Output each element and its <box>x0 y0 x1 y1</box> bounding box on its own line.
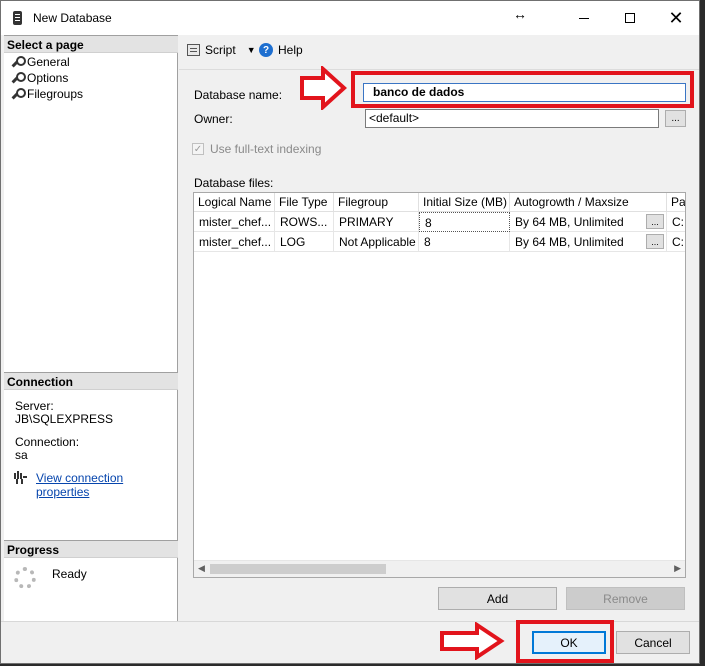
database-icon <box>13 11 22 25</box>
script-label: Script <box>205 43 236 57</box>
page-item-options[interactable]: Options <box>11 71 68 85</box>
connection-header: Connection <box>4 372 178 390</box>
table-cell[interactable]: By 64 MB, Unlimited ... <box>510 212 667 232</box>
owner-browse-button[interactable]: ... <box>665 110 686 127</box>
new-database-dialog: New Database ↔ ✕ Select a page General O… <box>0 0 700 664</box>
ok-button[interactable]: OK <box>532 631 606 654</box>
connection-label: Connection: <box>15 435 80 449</box>
table-cell[interactable]: mister_chef... <box>194 232 275 252</box>
owner-input[interactable]: <default> <box>365 109 659 128</box>
scroll-left-icon[interactable]: ◀ <box>198 563 205 574</box>
table-cell[interactable]: LOG <box>275 232 334 252</box>
close-icon: ✕ <box>668 7 684 28</box>
maximize-icon <box>625 13 635 23</box>
wrench-icon <box>11 55 26 68</box>
database-name-label: Database name: <box>194 88 283 102</box>
wrench-icon <box>11 71 26 84</box>
connection-value: sa <box>15 448 28 462</box>
table-cell[interactable]: 8 <box>419 232 510 252</box>
server-value: JB\SQLEXPRESS <box>15 412 114 426</box>
page-item-label: Options <box>27 71 69 85</box>
close-button[interactable]: ✕ <box>653 1 699 35</box>
page-item-general[interactable]: General <box>11 55 70 69</box>
autogrowth-value: By 64 MB, Unlimited <box>515 215 624 229</box>
scroll-right-icon[interactable]: ▶ <box>674 563 681 574</box>
script-button[interactable]: Script ▼ <box>187 43 256 57</box>
page-item-filegroups[interactable]: Filegroups <box>11 87 83 101</box>
column-header[interactable]: File Type <box>275 193 334 212</box>
autogrowth-value: By 64 MB, Unlimited <box>515 235 624 249</box>
select-page-header: Select a page <box>4 35 178 53</box>
toolbar: Script ▼ ? Help <box>179 35 699 67</box>
progress-spinner-icon <box>14 567 36 589</box>
page-item-label: General <box>27 55 70 69</box>
left-pane: Select a page General Options Filegroups… <box>4 35 178 621</box>
owner-label: Owner: <box>194 112 233 126</box>
table-cell[interactable]: ROWS... <box>275 212 334 232</box>
fulltext-indexing-row: ✓ Use full-text indexing <box>192 142 321 156</box>
wrench-icon <box>11 87 26 100</box>
view-connection-properties-link[interactable]: View connection properties <box>36 471 177 499</box>
annotation-arrow-icon <box>300 66 347 110</box>
column-header[interactable]: Pa <box>667 193 685 212</box>
minimize-button[interactable] <box>561 1 607 35</box>
database-name-input[interactable]: banco de dados <box>363 83 686 102</box>
fulltext-indexing-checkbox[interactable]: ✓ <box>192 143 204 155</box>
column-header[interactable]: Initial Size (MB) <box>419 193 510 212</box>
server-label: Server: <box>15 399 54 413</box>
network-icon <box>14 471 28 487</box>
page-item-label: Filegroups <box>27 87 84 101</box>
column-header[interactable]: Filegroup <box>334 193 419 212</box>
progress-status: Ready <box>52 567 87 581</box>
general-page: Database name: banco de dados Owner: <de… <box>179 69 699 621</box>
table-cell[interactable]: 8 <box>419 212 510 232</box>
scrollbar-thumb[interactable] <box>210 564 386 574</box>
dialog-footer: OK Cancel <box>1 621 699 663</box>
cancel-button[interactable]: Cancel <box>616 631 690 654</box>
window-title: New Database <box>33 11 112 25</box>
chevron-down-icon[interactable]: ▼ <box>247 45 256 55</box>
add-button[interactable]: Add <box>438 587 557 610</box>
title-bar[interactable]: New Database ↔ ✕ <box>1 1 699 35</box>
table-row[interactable]: mister_chef... ROWS... PRIMARY 8 By 64 M… <box>194 212 685 232</box>
resize-cursor-icon: ↔ <box>513 6 527 22</box>
horizontal-scrollbar[interactable]: ◀ ▶ <box>194 560 685 577</box>
remove-button[interactable]: Remove <box>566 587 685 610</box>
help-button[interactable]: ? Help <box>259 43 303 57</box>
autogrowth-edit-button[interactable]: ... <box>646 214 664 229</box>
script-icon <box>187 44 200 56</box>
help-label: Help <box>278 43 303 57</box>
table-cell[interactable]: C: <box>667 232 685 252</box>
column-header[interactable]: Autogrowth / Maxsize <box>510 193 667 212</box>
maximize-button[interactable] <box>607 1 653 35</box>
grid-header: Logical Name File Type Filegroup Initial… <box>194 193 685 212</box>
database-files-grid: Logical Name File Type Filegroup Initial… <box>193 192 686 578</box>
annotation-arrow-icon <box>440 622 505 660</box>
table-row[interactable]: mister_chef... LOG Not Applicable 8 By 6… <box>194 232 685 252</box>
table-cell[interactable]: mister_chef... <box>194 212 275 232</box>
table-cell[interactable]: By 64 MB, Unlimited ... <box>510 232 667 252</box>
help-icon: ? <box>259 43 273 57</box>
column-header[interactable]: Logical Name <box>194 193 275 212</box>
autogrowth-edit-button[interactable]: ... <box>646 234 664 249</box>
minimize-icon <box>579 17 589 19</box>
progress-header: Progress <box>4 540 178 558</box>
fulltext-indexing-label: Use full-text indexing <box>210 142 322 156</box>
table-cell[interactable]: PRIMARY <box>334 212 419 232</box>
table-cell[interactable]: C: <box>667 212 685 232</box>
table-cell[interactable]: Not Applicable <box>334 232 419 252</box>
database-files-label: Database files: <box>194 176 274 190</box>
